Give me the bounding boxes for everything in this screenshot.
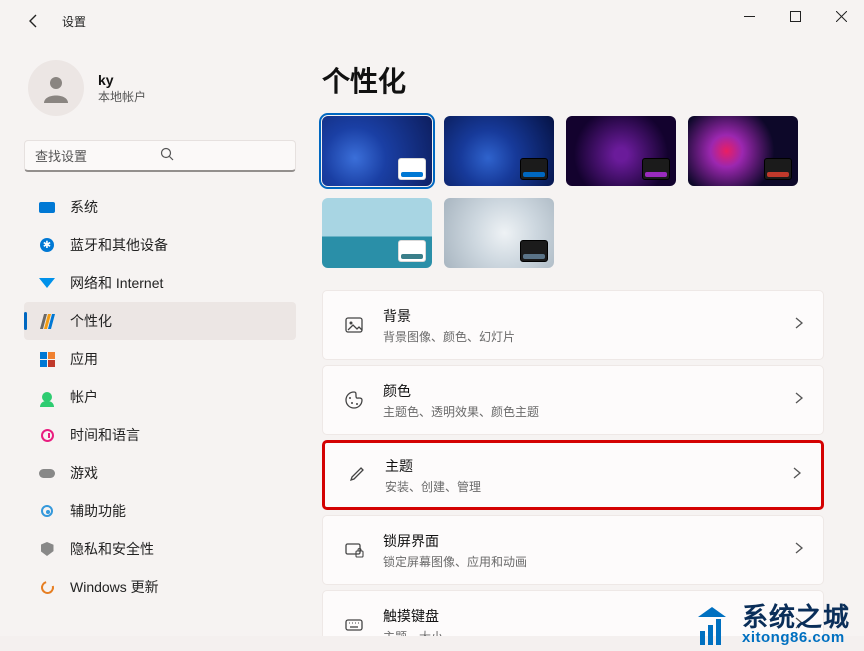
nav-accounts[interactable]: 帐户 [24, 378, 296, 416]
search-icon [160, 147, 285, 164]
accessibility-icon [38, 502, 56, 520]
chevron-right-icon [793, 391, 805, 409]
minimize-button[interactable] [726, 0, 772, 32]
theme-preset-2[interactable] [444, 116, 554, 186]
user-profile[interactable]: ky 本地帐户 [24, 54, 302, 130]
user-name: ky [98, 72, 146, 88]
close-button[interactable] [818, 0, 864, 32]
theme-preset-4[interactable] [688, 116, 798, 186]
search-placeholder: 查找设置 [35, 146, 160, 165]
nav-bluetooth[interactable]: ✱蓝牙和其他设备 [24, 226, 296, 264]
nav-accessibility[interactable]: 辅助功能 [24, 492, 296, 530]
page-title: 个性化 [322, 60, 836, 100]
personalization-icon [38, 312, 56, 330]
shield-icon [38, 540, 56, 558]
chevron-right-icon [791, 466, 803, 484]
user-subtitle: 本地帐户 [98, 88, 146, 105]
system-icon [38, 198, 56, 216]
chevron-right-icon [793, 541, 805, 559]
watermark-logo [692, 605, 732, 645]
lockscreen-icon [341, 540, 367, 560]
theme-grid [322, 116, 832, 268]
gaming-icon [38, 464, 56, 482]
bluetooth-icon: ✱ [38, 236, 56, 254]
clock-icon [38, 426, 56, 444]
back-button[interactable] [24, 11, 44, 31]
watermark: 系统之城 xitong86.com [692, 604, 850, 645]
brush-icon [343, 465, 369, 485]
accounts-icon [38, 388, 56, 406]
keyboard-icon [341, 615, 367, 635]
nav-network[interactable]: 网络和 Internet [24, 264, 296, 302]
setting-lockscreen[interactable]: 锁屏界面锁定屏幕图像、应用和动画 [322, 515, 824, 585]
nav-privacy[interactable]: 隐私和安全性 [24, 530, 296, 568]
apps-icon [38, 350, 56, 368]
nav-gaming[interactable]: 游戏 [24, 454, 296, 492]
watermark-url: xitong86.com [742, 630, 850, 645]
watermark-text: 系统之城 [742, 604, 850, 630]
window-title: 设置 [62, 13, 86, 30]
avatar [28, 60, 84, 116]
picture-icon [341, 315, 367, 335]
theme-preset-3[interactable] [566, 116, 676, 186]
setting-colors[interactable]: 颜色主题色、透明效果、颜色主题 [322, 365, 824, 435]
chevron-right-icon [793, 316, 805, 334]
nav-personalization[interactable]: 个性化 [24, 302, 296, 340]
update-icon [38, 578, 56, 596]
wifi-icon [38, 274, 56, 292]
setting-themes[interactable]: 主题安装、创建、管理 [322, 440, 824, 510]
nav-time[interactable]: 时间和语言 [24, 416, 296, 454]
setting-background[interactable]: 背景背景图像、颜色、幻灯片 [322, 290, 824, 360]
search-input[interactable]: 查找设置 [24, 140, 296, 172]
maximize-button[interactable] [772, 0, 818, 32]
nav-update[interactable]: Windows 更新 [24, 568, 296, 606]
theme-preset-1[interactable] [322, 116, 432, 186]
nav-apps[interactable]: 应用 [24, 340, 296, 378]
theme-preset-6[interactable] [444, 198, 554, 268]
palette-icon [341, 390, 367, 410]
nav-system[interactable]: 系统 [24, 188, 296, 226]
theme-preset-5[interactable] [322, 198, 432, 268]
